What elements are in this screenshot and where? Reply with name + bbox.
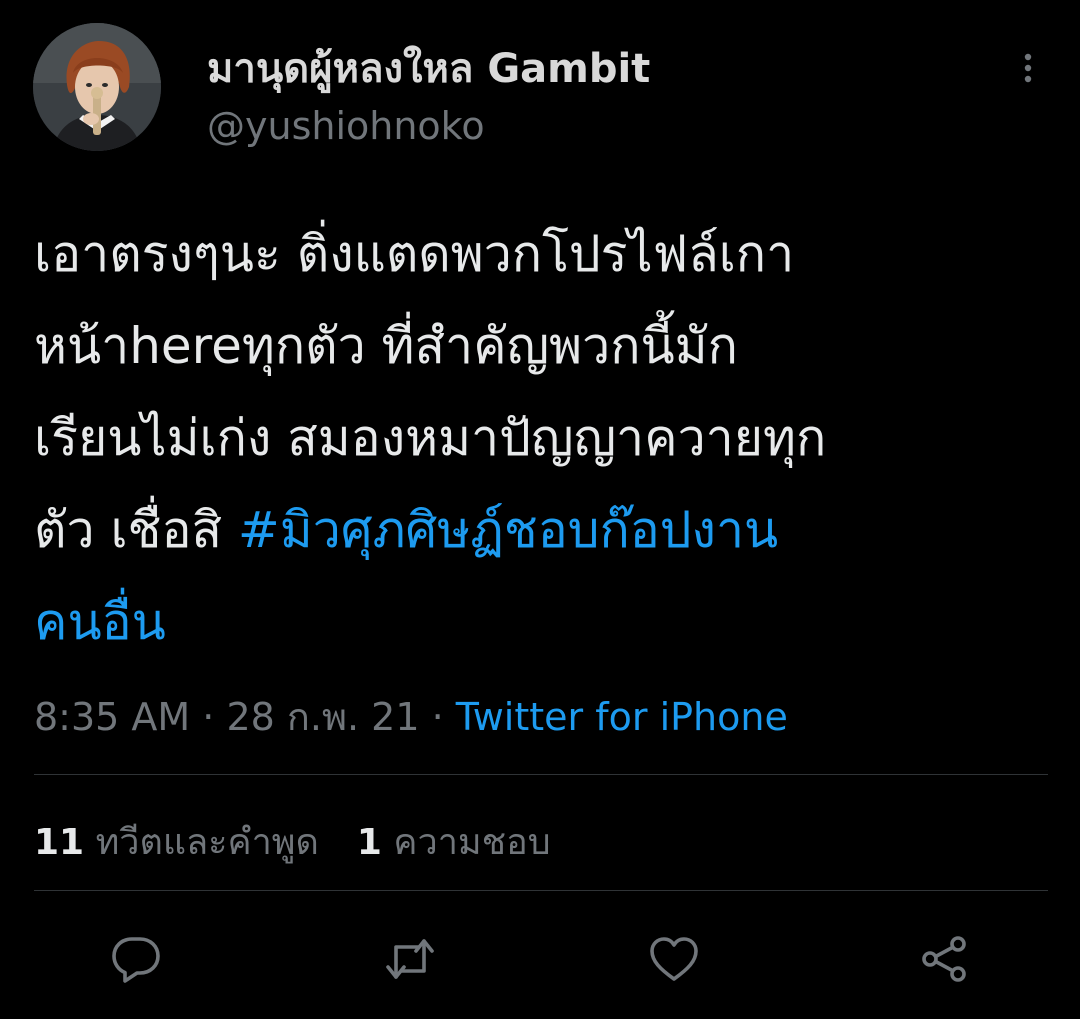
likes-stat[interactable]: 1 ความชอบ <box>357 822 551 863</box>
display-name[interactable]: มานุดผู้หลงใหล Gambit <box>207 36 650 100</box>
user-handle[interactable]: @yushiohnoko <box>207 104 485 148</box>
hashtag-link-continued[interactable]: คนอื่น <box>34 593 166 651</box>
tweet-text: เอาตรงๆนะ ติ่งแตดพวกโปรไฟล์เกา หน้าhereท… <box>34 208 1044 668</box>
tweet-text-line: เอาตรงๆนะ ติ่งแตดพวกโปรไฟล์เกา <box>34 225 795 283</box>
tweet-text-line: เรียนไม่เก่ง สมองหมาปัญญาควายทุก <box>34 409 827 467</box>
tweet-text-line: คนอื่น <box>34 576 1044 668</box>
retweets-label: ทวีตและคำพูด <box>95 822 319 863</box>
tweet-time: 8:35 AM <box>34 695 191 739</box>
more-options-icon[interactable] <box>1008 48 1048 88</box>
tweet-date: 28 ก.พ. 21 <box>226 695 420 739</box>
avatar[interactable] <box>33 23 161 151</box>
retweets-count: 11 <box>34 822 85 863</box>
tweet-source-link[interactable]: Twitter for iPhone <box>456 695 788 739</box>
divider <box>34 890 1048 891</box>
tweet-stats: 11 ทวีตและคำพูด 1 ความชอบ <box>34 813 551 870</box>
retweet-icon[interactable] <box>382 931 438 987</box>
share-icon[interactable] <box>916 931 972 987</box>
meta-separator: · <box>190 695 227 739</box>
likes-count: 1 <box>356 822 382 863</box>
like-icon[interactable] <box>646 931 702 987</box>
hashtag-link[interactable]: #มิวศุภศิษฏ์ชอบก๊อปงาน <box>238 501 778 559</box>
tweet-text-line: หน้าhereทุกตัว ที่สำคัญพวกนี้มัก <box>34 317 738 375</box>
tweet-meta: 8:35 AM · 28 ก.พ. 21 · Twitter for iPhon… <box>34 686 788 747</box>
divider <box>34 774 1048 775</box>
retweets-stat[interactable]: 11 ทวีตและคำพูด <box>34 822 319 863</box>
tweet-text-segment: ตัว เชื่อสิ <box>34 501 238 559</box>
tweet-text-line: ตัว เชื่อสิ #มิวศุภศิษฏ์ชอบก๊อปงาน <box>34 484 1044 576</box>
reply-icon[interactable] <box>108 931 164 987</box>
meta-separator: · <box>419 695 456 739</box>
likes-label: ความชอบ <box>393 822 551 863</box>
